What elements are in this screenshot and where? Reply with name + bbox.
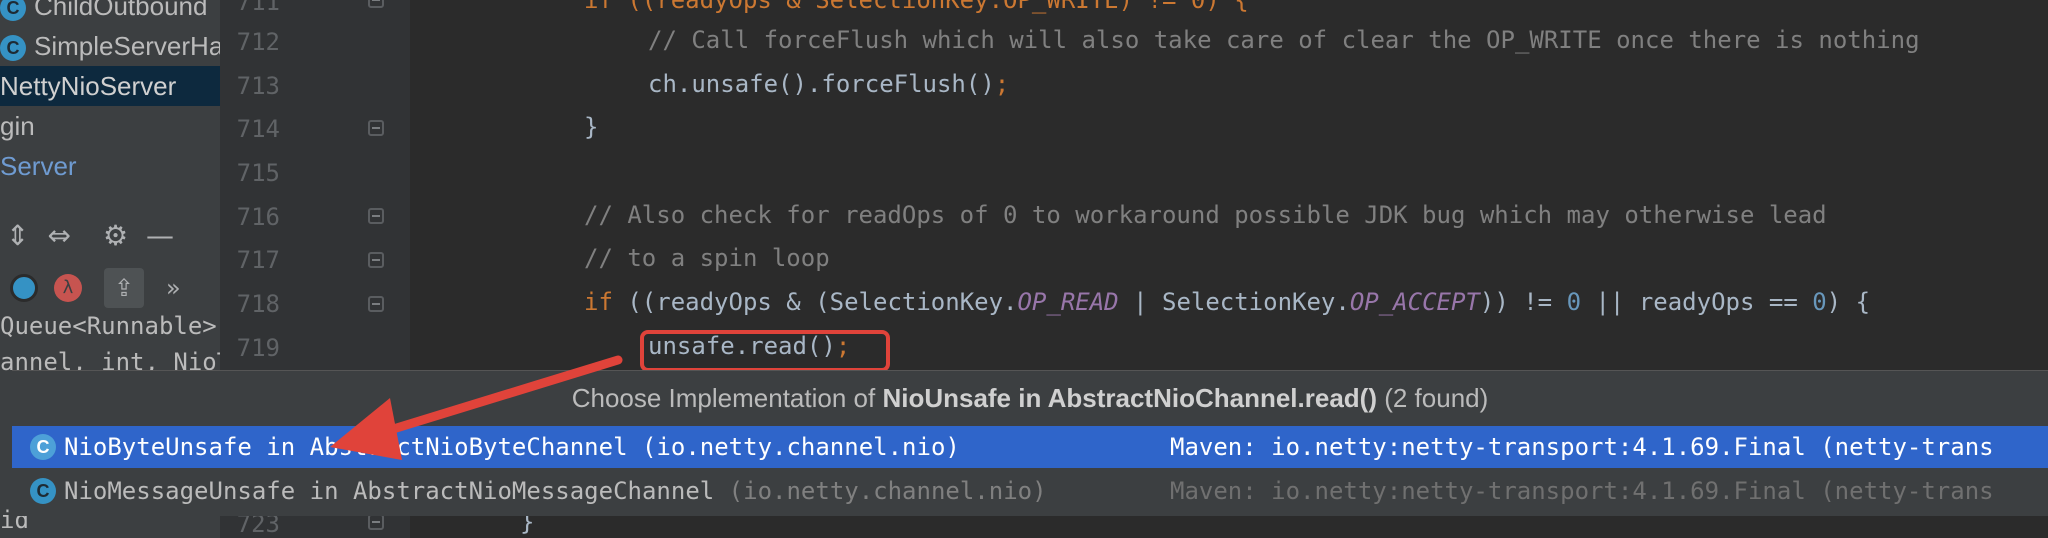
arrow-shaft (385, 355, 623, 435)
arrow-head (330, 398, 402, 460)
annotation-arrow (330, 355, 623, 460)
